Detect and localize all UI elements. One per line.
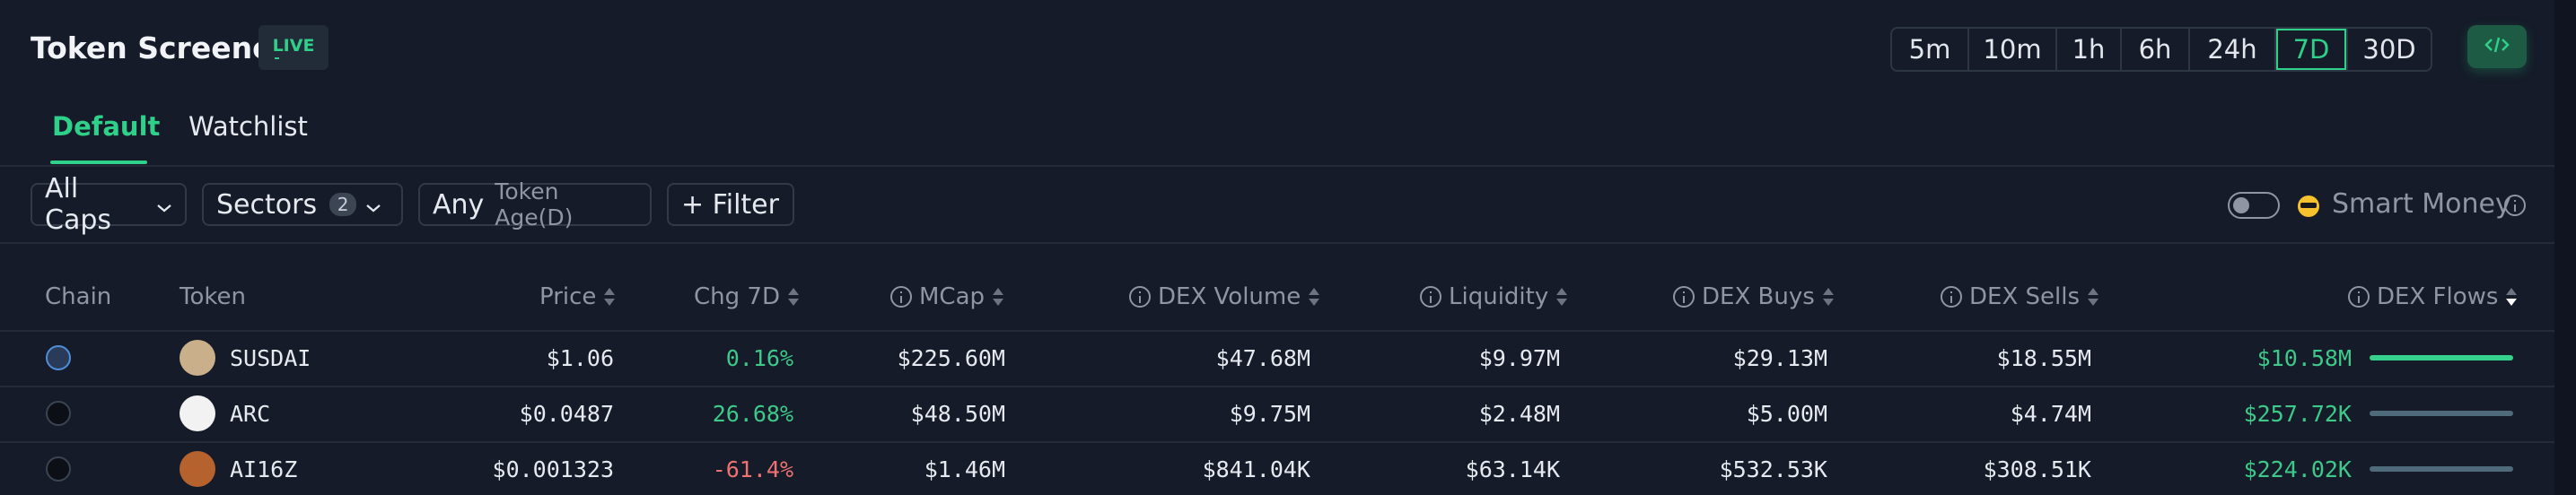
change-cell: -61.4% [712, 456, 793, 482]
embed-code-button[interactable] [2467, 25, 2527, 68]
chevron-down-icon [156, 189, 172, 221]
tabs-divider [0, 165, 2554, 167]
liquidity-cell: $9.97M [1478, 345, 1560, 371]
active-tab-indicator [50, 161, 147, 164]
code-icon [2484, 34, 2510, 59]
price-cell: $0.001323 [492, 456, 614, 482]
table-row[interactable]: ARC $0.0487 26.68% $48.50M $9.75M $2.48M… [0, 386, 2554, 441]
token-symbol[interactable]: ARC [230, 401, 270, 427]
info-icon[interactable] [1941, 286, 1962, 308]
ai16z-token-icon [180, 451, 215, 487]
table-row[interactable]: SUSDAI $1.06 0.16% $225.60M $47.68M $9.9… [0, 330, 2554, 386]
column-header-token: Token [180, 283, 246, 310]
info-icon[interactable] [2504, 195, 2526, 216]
timeframe-7d-button[interactable]: 7D [2276, 29, 2348, 70]
token-age-value: Any [433, 188, 485, 221]
liquidity-cell: $2.48M [1478, 401, 1560, 427]
price-cell: $0.0487 [519, 401, 614, 427]
tab-default[interactable]: Default [52, 111, 160, 142]
add-filter-button[interactable]: + Filter [667, 183, 794, 226]
mcap-cell: $1.46M [924, 456, 1005, 482]
sort-icon [1308, 286, 1320, 308]
sort-icon [992, 286, 1004, 308]
arbitrum-chain-icon [46, 345, 71, 370]
scrollbar-track[interactable] [2554, 0, 2576, 495]
column-header-liquidity[interactable]: Liquidity [1420, 283, 1568, 310]
change-cell: 0.16% [725, 345, 793, 371]
token-symbol[interactable]: SUSDAI [230, 345, 311, 371]
column-header-mcap[interactable]: MCap [890, 283, 1004, 310]
caps-dropdown[interactable]: All Caps [31, 173, 187, 236]
add-filter-label: + Filter [681, 188, 779, 221]
dex-volume-cell: $841.04K [1202, 456, 1310, 482]
sunglasses-face-icon [2298, 195, 2319, 217]
timeframe-30d-button[interactable]: 30D [2348, 29, 2431, 70]
smart-money-toggle[interactable] [2228, 192, 2280, 219]
dex-sells-cell: $4.74M [2010, 401, 2091, 427]
tab-watchlist[interactable]: Watchlist [188, 111, 308, 142]
timeframe-1h-button[interactable]: 1h [2057, 29, 2122, 70]
token-symbol[interactable]: AI16Z [230, 456, 297, 482]
price-cell: $1.06 [546, 345, 614, 371]
liquidity-cell: $63.14K [1465, 456, 1560, 482]
dex-flows-cell: $224.02K [2243, 456, 2352, 482]
sectors-label: Sectors [216, 188, 318, 221]
column-header-dex-sells[interactable]: DEX Sells [1941, 283, 2099, 310]
smart-money-label: Smart Money [2332, 188, 2511, 220]
dex-flows-bar [2370, 411, 2513, 416]
sort-icon [603, 286, 616, 308]
column-header-dex-volume[interactable]: DEX Volume [1129, 283, 1320, 310]
dex-flows-cell: $257.72K [2243, 401, 2352, 427]
arc-token-icon [180, 395, 215, 431]
dex-buys-cell: $5.00M [1746, 401, 1827, 427]
dex-buys-cell: $532.53K [1719, 456, 1827, 482]
live-badge: LIVE [258, 25, 329, 70]
table-row[interactable]: AI16Z $0.001323 -61.4% $1.46M $841.04K $… [0, 441, 2554, 495]
solana-chain-icon [46, 401, 71, 426]
dex-sells-cell: $18.55M [1996, 345, 2091, 371]
dex-volume-cell: $9.75M [1229, 401, 1310, 427]
timeframe-5m-button[interactable]: 5m [1892, 29, 1969, 70]
column-header-chg[interactable]: Chg 7D [694, 283, 800, 310]
info-icon[interactable] [1420, 286, 1441, 308]
info-icon[interactable] [1129, 286, 1151, 308]
filters-divider [0, 242, 2554, 244]
info-icon[interactable] [890, 286, 912, 308]
timeframe-10m-button[interactable]: 10m [1969, 29, 2057, 70]
token-screener-panel: Token Screener LIVE 5m 10m 1h 6h 24h 7D … [0, 0, 2554, 495]
sectors-count-badge: 2 [329, 193, 357, 216]
sort-icon [1555, 286, 1568, 308]
sort-icon [787, 286, 800, 308]
dex-volume-cell: $47.68M [1215, 345, 1310, 371]
caps-label: All Caps [45, 173, 112, 236]
mcap-cell: $48.50M [910, 401, 1005, 427]
column-header-price[interactable]: Price [539, 283, 616, 310]
info-icon[interactable] [2348, 286, 2370, 308]
chevron-down-icon [365, 189, 381, 221]
timeframe-24h-button[interactable]: 24h [2190, 29, 2276, 70]
sectors-dropdown[interactable]: Sectors 2 [202, 183, 403, 226]
timeframe-6h-button[interactable]: 6h [2122, 29, 2190, 70]
sort-desc-icon [2505, 286, 2518, 308]
solana-chain-icon [46, 456, 71, 482]
dex-flows-bar [2370, 355, 2513, 360]
dex-buys-cell: $29.13M [1732, 345, 1827, 371]
mcap-cell: $225.60M [897, 345, 1005, 371]
sort-icon [1822, 286, 1835, 308]
dex-flows-cell: $10.58M [2256, 345, 2352, 371]
page-title: Token Screener [31, 30, 287, 65]
sort-icon [2087, 286, 2099, 308]
info-icon[interactable] [1673, 286, 1695, 308]
token-age-label: Token Age(D) [495, 178, 574, 230]
susdai-token-icon [180, 340, 215, 376]
dex-sells-cell: $308.51K [1983, 456, 2091, 482]
column-header-dex-buys[interactable]: DEX Buys [1673, 283, 1835, 310]
timeframe-selector: 5m 10m 1h 6h 24h 7D 30D [1890, 27, 2432, 72]
change-cell: 26.68% [712, 401, 793, 427]
token-age-filter[interactable]: Any Token Age(D) [418, 178, 652, 230]
column-header-dex-flows[interactable]: DEX Flows [2348, 283, 2518, 310]
column-header-chain: Chain [45, 283, 112, 310]
toggle-knob [2233, 197, 2249, 213]
dex-flows-bar [2370, 466, 2513, 472]
